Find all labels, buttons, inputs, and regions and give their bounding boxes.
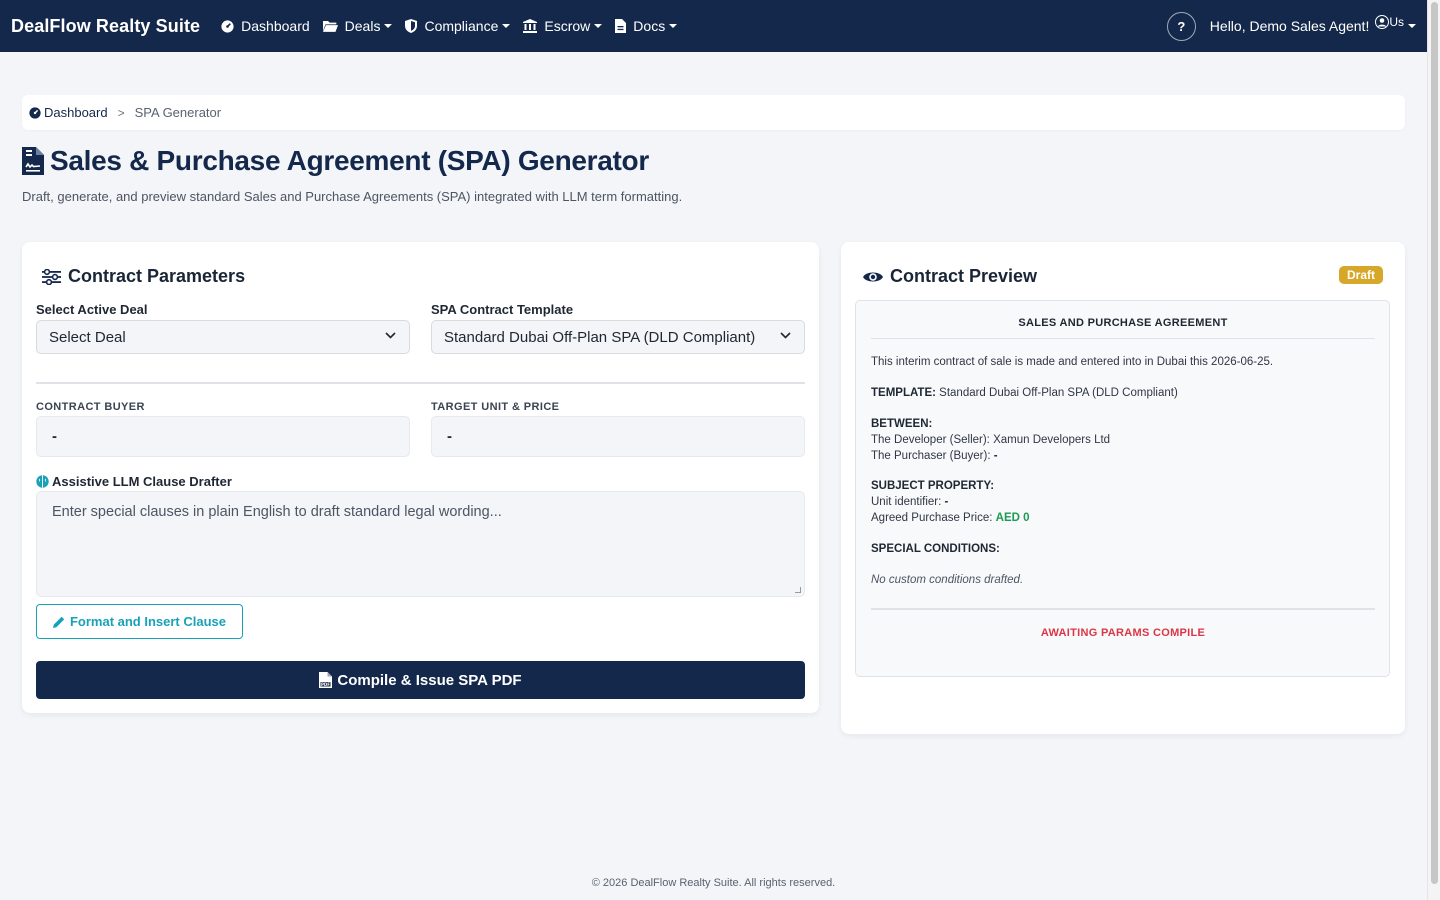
contract-preview-title-text: Contract Preview bbox=[890, 266, 1038, 286]
contract-preview-card: Contract Preview Draft SALES AND PURCHAS… bbox=[841, 242, 1405, 734]
chevron-down-icon bbox=[1408, 24, 1416, 28]
shield-icon bbox=[405, 19, 418, 33]
nav-deals-label: Deals bbox=[344, 18, 381, 34]
purchaser-value: - bbox=[993, 450, 998, 462]
llm-drafter-label: Assistive LLM Clause Drafter bbox=[36, 474, 232, 489]
nav-docs[interactable]: Docs bbox=[615, 18, 678, 34]
contract-preview-title: Contract Preview bbox=[863, 266, 1037, 287]
avatar-alt-text: Us bbox=[1389, 15, 1404, 29]
top-navbar: DealFlow Realty Suite Dashboard Deals Co… bbox=[0, 0, 1427, 52]
breadcrumb-current: SPA Generator bbox=[134, 105, 222, 120]
avatar bbox=[1375, 15, 1390, 29]
preview-divider bbox=[871, 338, 1375, 339]
chevron-down-icon bbox=[502, 24, 511, 28]
pdf-file-icon: PDF bbox=[319, 672, 333, 688]
eye-icon bbox=[863, 272, 883, 281]
agreement-preview-panel: SALES AND PURCHASE AGREEMENT This interi… bbox=[855, 300, 1390, 677]
contract-parameters-card: Contract Parameters Select Active Deal S… bbox=[22, 242, 819, 713]
user-greeting: Hello, Demo Sales Agent! bbox=[1209, 18, 1370, 34]
section-divider bbox=[36, 382, 805, 384]
brand-logo[interactable]: DealFlow Realty Suite bbox=[11, 16, 200, 37]
help-button[interactable]: ? bbox=[1166, 11, 1196, 41]
agreement-heading: SALES AND PURCHASE AGREEMENT bbox=[1018, 317, 1228, 329]
llm-drafter-label-text: Assistive LLM Clause Drafter bbox=[52, 474, 232, 489]
contract-parameters-title: Contract Parameters bbox=[42, 266, 245, 287]
conditions-key-row: SPECIAL CONDITIONS: bbox=[871, 541, 1000, 557]
nav-docs-label: Docs bbox=[633, 18, 666, 34]
contract-file-icon bbox=[22, 147, 44, 175]
template-select-label: SPA Contract Template bbox=[431, 302, 574, 317]
unit-value: - bbox=[944, 496, 949, 508]
dashboard-icon bbox=[29, 106, 41, 119]
deal-select-label: Select Active Deal bbox=[36, 302, 148, 317]
agreement-template: TEMPLATE: Standard Dubai Off-Plan SPA (D… bbox=[871, 385, 1178, 401]
preview-divider bbox=[871, 608, 1375, 610]
chevron-down-icon bbox=[669, 24, 678, 28]
between-key: BETWEEN: bbox=[871, 418, 933, 430]
target-unit-label: TARGET UNIT & PRICE bbox=[431, 401, 560, 413]
chevron-down-icon bbox=[384, 24, 393, 28]
compile-spa-pdf-button[interactable]: PDF Compile & Issue SPA PDF bbox=[36, 661, 805, 699]
agreement-parties: BETWEEN: The Developer (Seller): Xamun D… bbox=[871, 416, 1110, 464]
deal-select[interactable]: Select Deal bbox=[36, 320, 410, 354]
nav-escrow-label: Escrow bbox=[544, 18, 591, 34]
page-title: Sales & Purchase Agreement (SPA) Generat… bbox=[22, 145, 649, 177]
page-scrollbar[interactable] bbox=[1427, 0, 1440, 900]
template-value: Standard Dubai Off-Plan SPA (DLD Complia… bbox=[939, 387, 1178, 399]
contract-buyer-value: - bbox=[36, 416, 410, 457]
format-insert-clause-button[interactable]: Format and Insert Clause bbox=[36, 604, 243, 639]
nav-compliance-label: Compliance bbox=[424, 18, 499, 34]
conditions-value: No custom conditions drafted. bbox=[871, 574, 1024, 586]
purchaser-prefix: The Purchaser (Buyer): bbox=[871, 450, 991, 462]
price-prefix: Agreed Purchase Price: bbox=[871, 512, 993, 524]
sliders-icon bbox=[42, 268, 61, 285]
template-key: TEMPLATE: bbox=[871, 387, 936, 399]
compile-spa-pdf-label: Compile & Issue SPA PDF bbox=[337, 671, 522, 689]
page-subtitle: Draft, generate, and preview standard Sa… bbox=[22, 189, 683, 204]
template-select[interactable]: Standard Dubai Off-Plan SPA (DLD Complia… bbox=[431, 320, 805, 354]
page-title-text: Sales & Purchase Agreement (SPA) Generat… bbox=[50, 145, 649, 176]
template-select-value: Standard Dubai Off-Plan SPA (DLD Complia… bbox=[444, 328, 756, 346]
clause-textarea[interactable]: Enter special clauses in plain English t… bbox=[36, 491, 805, 597]
breadcrumb-home-label: Dashboard bbox=[44, 105, 108, 120]
navbar-right: ? Hello, Demo Sales Agent! Us bbox=[1166, 0, 1416, 52]
unit-prefix: Unit identifier: bbox=[871, 496, 942, 508]
nav-escrow[interactable]: Escrow bbox=[523, 18, 603, 34]
page-footer: © 2026 DealFlow Realty Suite. All rights… bbox=[591, 877, 836, 889]
status-badge: Draft bbox=[1338, 266, 1383, 284]
breadcrumb-dashboard-link[interactable]: Dashboard bbox=[29, 105, 108, 120]
agreement-intro: This interim contract of sale is made an… bbox=[871, 356, 1274, 368]
breadcrumb-separator: > bbox=[117, 105, 125, 120]
deal-select-value: Select Deal bbox=[49, 328, 126, 346]
nav-deals[interactable]: Deals bbox=[322, 18, 393, 34]
pencil-icon bbox=[52, 616, 65, 628]
bank-icon bbox=[523, 19, 538, 33]
nav-dashboard[interactable]: Dashboard bbox=[221, 18, 310, 34]
user-menu-toggle[interactable]: Us bbox=[1375, 15, 1416, 29]
price-value: AED 0 bbox=[995, 512, 1030, 524]
agreement-property: SUBJECT PROPERTY: Unit identifier: - Agr… bbox=[871, 478, 1030, 526]
svg-text:PDF: PDF bbox=[321, 682, 330, 687]
developer-line: The Developer (Seller): Xamun Developers… bbox=[871, 434, 1111, 446]
contract-buyer-label: CONTRACT BUYER bbox=[36, 401, 145, 413]
clause-textarea-placeholder: Enter special clauses in plain English t… bbox=[52, 504, 502, 520]
resize-handle[interactable] bbox=[795, 587, 801, 593]
nav-dashboard-label: Dashboard bbox=[241, 18, 310, 34]
dashboard-icon bbox=[221, 19, 234, 33]
contract-parameters-title-text: Contract Parameters bbox=[68, 266, 246, 286]
chevron-down-icon bbox=[594, 24, 603, 28]
document-icon bbox=[615, 19, 627, 33]
property-key: SUBJECT PROPERTY: bbox=[871, 480, 995, 492]
target-unit-value: - bbox=[431, 416, 805, 457]
conditions-key: SPECIAL CONDITIONS: bbox=[871, 543, 1000, 555]
compile-status: AWAITING PARAMS COMPILE bbox=[1040, 627, 1206, 639]
scrollbar-thumb[interactable] bbox=[1431, 2, 1438, 884]
chevron-down-icon bbox=[385, 332, 396, 339]
brain-icon bbox=[36, 475, 49, 488]
format-insert-clause-label: Format and Insert Clause bbox=[69, 614, 227, 629]
folder-icon bbox=[322, 21, 338, 32]
breadcrumb: Dashboard > SPA Generator bbox=[22, 95, 1405, 130]
chevron-down-icon bbox=[780, 332, 791, 339]
nav-compliance[interactable]: Compliance bbox=[405, 18, 511, 34]
